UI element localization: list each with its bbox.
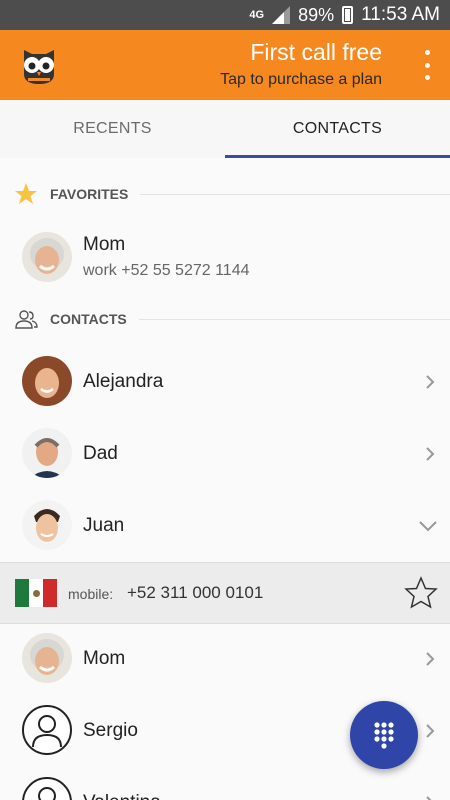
- dialpad-button[interactable]: [350, 701, 418, 769]
- contact-name: Juan: [83, 515, 125, 536]
- contacts-header: CONTACTS: [0, 301, 450, 337]
- avatar: [22, 500, 72, 550]
- favorites-header: FAVORITES: [0, 176, 450, 212]
- status-bar: 4G 89% 11:53 AM: [0, 0, 450, 30]
- contact-item-juan[interactable]: Juan: [0, 490, 450, 562]
- signal-icon: [272, 6, 291, 24]
- chevron-right-icon[interactable]: [422, 446, 438, 462]
- contact-name: Mom: [83, 648, 126, 669]
- divider: [138, 318, 450, 320]
- dialpad-icon: [374, 722, 394, 749]
- phone-number[interactable]: +52 311 000 0101: [127, 583, 263, 603]
- tab-recents[interactable]: RECENTS: [0, 100, 225, 158]
- divider: [140, 193, 450, 195]
- avatar: [22, 428, 72, 478]
- contact-name: Alejandra: [83, 371, 164, 392]
- star-icon: [14, 182, 38, 206]
- people-icon: [14, 307, 38, 331]
- person-placeholder-icon: [22, 705, 72, 755]
- chevron-right-icon[interactable]: [422, 651, 438, 667]
- contact-number-row[interactable]: mobile: +52 311 000 0101: [0, 562, 450, 624]
- overflow-menu-icon[interactable]: [422, 50, 432, 80]
- chevron-right-icon[interactable]: [422, 795, 438, 800]
- promo-bar[interactable]: First call free Tap to purchase a plan: [0, 30, 450, 100]
- tab-contacts[interactable]: CONTACTS: [225, 100, 450, 158]
- contact-name: Sergio: [83, 720, 138, 741]
- avatar: [22, 356, 72, 406]
- battery-percent: 89%: [298, 4, 335, 25]
- contacts-label: CONTACTS: [50, 311, 127, 327]
- avatar: [22, 633, 72, 683]
- chevron-right-icon[interactable]: [422, 723, 438, 739]
- favorites-label: FAVORITES: [50, 186, 129, 202]
- owl-logo-icon: [24, 50, 54, 84]
- contact-detail: work +52 55 5272 1144: [83, 262, 250, 279]
- status-time: 11:53 AM: [361, 4, 440, 25]
- star-outline-icon[interactable]: [404, 576, 438, 610]
- favorite-item-mom[interactable]: Mom work +52 55 5272 1144: [0, 220, 450, 292]
- promo-subtitle[interactable]: Tap to purchase a plan: [220, 71, 382, 89]
- battery-icon: [342, 6, 354, 24]
- contact-item-alejandra[interactable]: Alejandra: [0, 346, 450, 418]
- contact-item-mom[interactable]: Mom: [0, 623, 450, 695]
- tab-bar: RECENTS CONTACTS: [0, 100, 450, 158]
- mexico-flag-icon: [15, 579, 57, 607]
- contact-name: Dad: [83, 443, 118, 464]
- contact-name: Valentina: [83, 792, 161, 800]
- chevron-down-icon[interactable]: [418, 518, 438, 534]
- promo-title[interactable]: First call free: [250, 39, 382, 66]
- contact-item-valentina[interactable]: Valentina: [0, 767, 450, 800]
- person-placeholder-icon: [22, 777, 72, 800]
- avatar: [22, 232, 72, 282]
- contact-name: Mom: [83, 234, 126, 255]
- chevron-right-icon[interactable]: [422, 374, 438, 390]
- contact-item-dad[interactable]: Dad: [0, 418, 450, 490]
- network-indicator: 4G: [249, 9, 265, 21]
- number-type-label: mobile:: [68, 586, 114, 602]
